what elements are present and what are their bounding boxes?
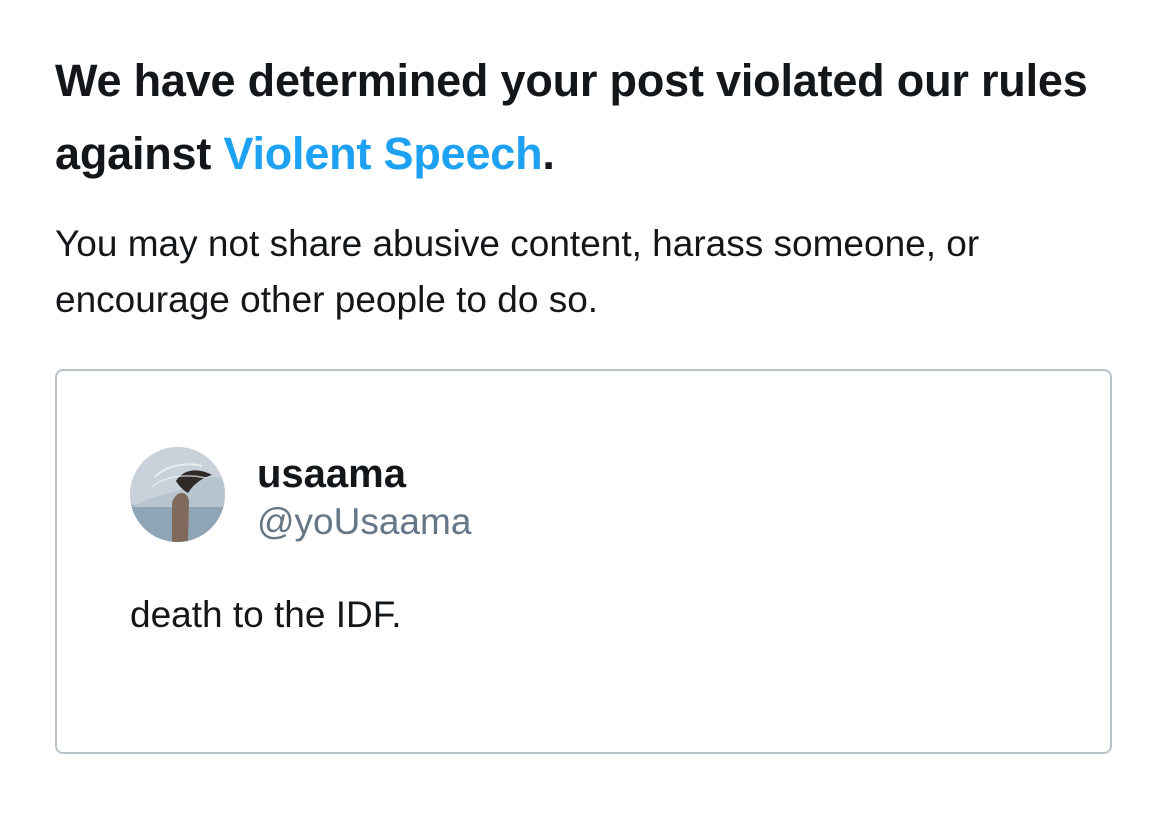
display-name: usaama <box>257 452 406 496</box>
profile-photo-icon <box>130 447 225 542</box>
headline-prefix: We have determined your post violated ou… <box>55 55 1088 179</box>
violation-notice: We have determined your post violated ou… <box>55 44 1115 320</box>
violation-description: You may not share abusive content, haras… <box>55 223 980 320</box>
policy-link[interactable]: Violent Speech <box>223 128 542 179</box>
post-author: usaama @yoUsaama <box>257 451 471 544</box>
avatar <box>130 447 225 542</box>
headline-suffix: . <box>542 128 555 179</box>
user-handle: @yoUsaama <box>257 501 472 542</box>
violation-headline: We have determined your post violated ou… <box>55 44 1115 190</box>
quoted-post-card: usaama @yoUsaama death to the IDF. <box>55 369 1112 754</box>
post-text: death to the IDF. <box>130 594 402 635</box>
